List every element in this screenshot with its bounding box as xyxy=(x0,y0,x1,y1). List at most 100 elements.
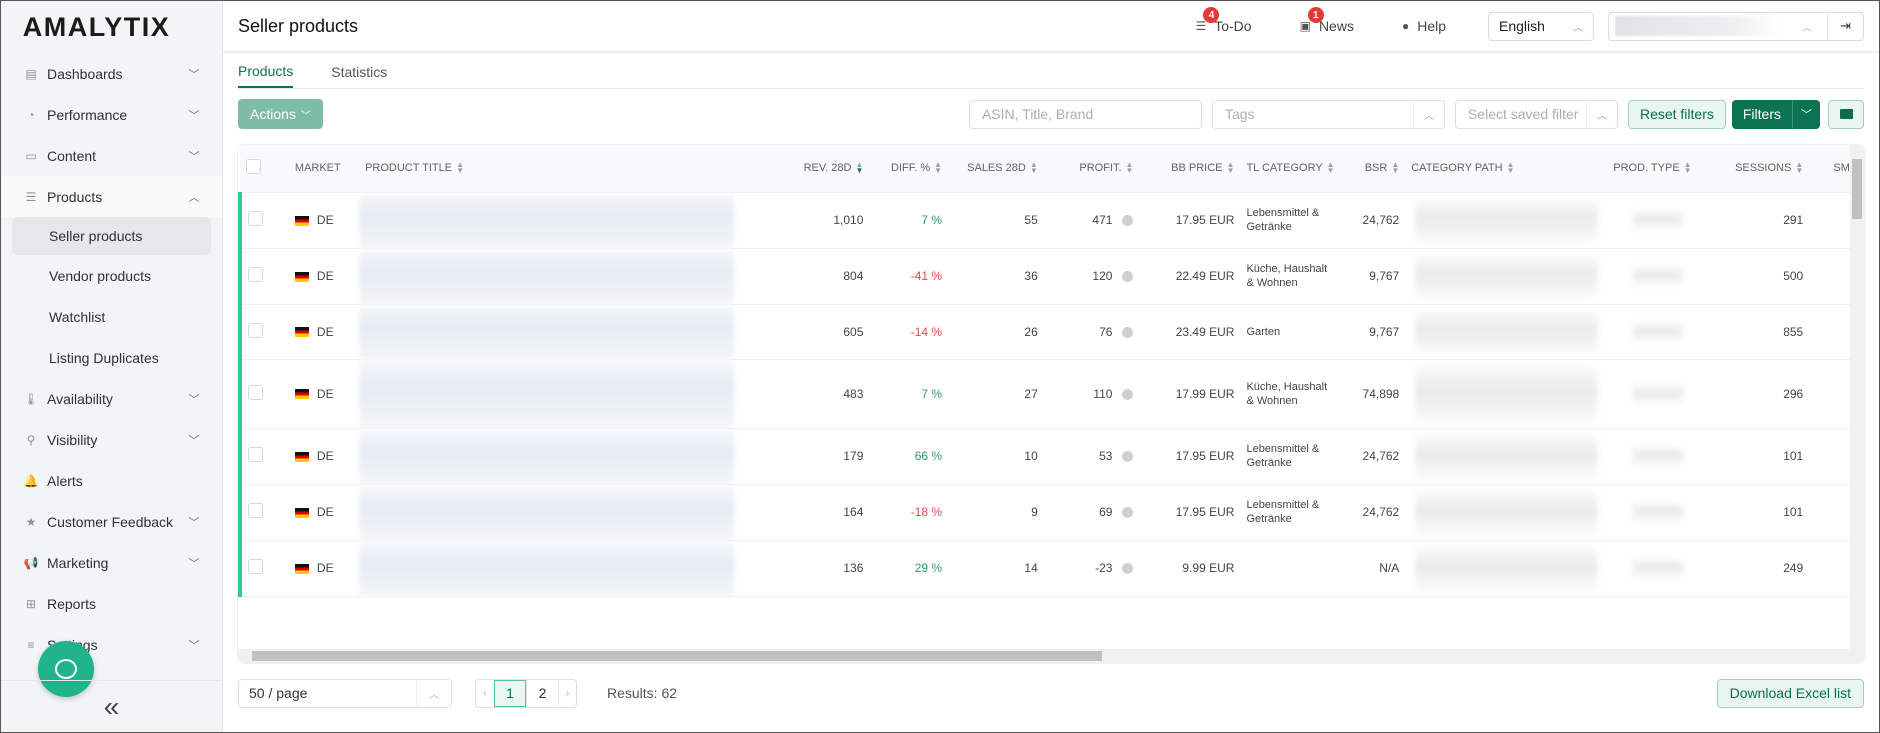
news-link[interactable]: ▣ 1 News xyxy=(1300,7,1354,34)
sort-icon[interactable]: ▲ ▼ xyxy=(1507,161,1515,175)
row-select-cell[interactable] xyxy=(238,192,289,249)
row-checkbox[interactable] xyxy=(248,384,263,400)
row-select-cell[interactable] xyxy=(238,484,289,541)
info-icon[interactable] xyxy=(1122,507,1134,519)
collapse-sidebar-button[interactable]: « xyxy=(1,680,222,732)
info-icon[interactable] xyxy=(1122,451,1134,463)
column-header[interactable]: BB PRICE ▲ ▼ xyxy=(1139,145,1241,193)
product-title-cell[interactable] xyxy=(359,484,785,541)
column-header[interactable]: CATEGORY PATH ▲ ▼ xyxy=(1405,145,1608,193)
account-select[interactable]: ︿ ⇥ xyxy=(1608,11,1864,41)
info-icon[interactable] xyxy=(1122,215,1134,227)
sidebar-item-products[interactable]: ☰ Products ︿ xyxy=(1,176,222,217)
sidebar-item-customer-feedback[interactable]: ★ Customer Feedback ﹀ xyxy=(1,501,222,542)
sort-icon[interactable]: ▲ ▼ xyxy=(855,161,863,175)
row-select-cell[interactable] xyxy=(238,428,289,485)
todo-link[interactable]: ☰ 4 To-Do xyxy=(1195,7,1252,34)
product-title-cell[interactable] xyxy=(359,428,785,485)
column-header[interactable]: TL CATEGORY ▲ ▼ xyxy=(1240,145,1342,193)
info-icon[interactable] xyxy=(1122,388,1134,400)
row-select-cell[interactable] xyxy=(238,304,289,360)
row-checkbox[interactable] xyxy=(248,447,263,462)
product-title-cell[interactable] xyxy=(359,192,785,249)
sort-icon[interactable]: ▲ ▼ xyxy=(1030,161,1038,175)
sidebar-item-alerts[interactable]: 🔔 Alerts xyxy=(1,460,222,501)
table-row[interactable]: DE 804 -41 % 36 120 22.49 EUR Küche, Hau… xyxy=(238,248,1864,305)
folder-button[interactable] xyxy=(1828,99,1864,129)
row-checkbox[interactable] xyxy=(248,559,263,574)
download-excel-button[interactable]: Download Excel list xyxy=(1716,678,1864,708)
actions-button[interactable]: Actions ﹀ xyxy=(238,99,323,129)
sidebar-subitem-listing-duplicates[interactable]: Listing Duplicates xyxy=(1,337,222,378)
product-title-cell[interactable] xyxy=(359,304,785,360)
row-select-cell[interactable] xyxy=(238,540,289,597)
info-icon[interactable] xyxy=(1122,326,1134,338)
vertical-scrollbar[interactable] xyxy=(1850,145,1864,663)
sort-icon[interactable]: ▲ ▼ xyxy=(1327,161,1335,175)
sort-icon[interactable]: ▲ ▼ xyxy=(456,161,464,175)
reset-filters-button[interactable]: Reset filters xyxy=(1627,99,1726,129)
scrollbar-thumb[interactable] xyxy=(1852,159,1862,219)
sort-icon[interactable]: ▲ ▼ xyxy=(1684,161,1692,175)
info-icon[interactable] xyxy=(1122,271,1134,283)
saved-filter-select[interactable]: Select saved filter ︿ xyxy=(1454,99,1618,129)
column-header[interactable]: SESSIONS ▲ ▼ xyxy=(1702,145,1810,193)
sidebar-item-reports[interactable]: ⊞ Reports xyxy=(1,583,222,624)
row-select-cell[interactable] xyxy=(238,248,289,305)
sort-icon[interactable]: ▲ ▼ xyxy=(1126,161,1134,175)
sort-icon[interactable]: ▲ ▼ xyxy=(1227,161,1235,175)
language-select[interactable]: English ︿ xyxy=(1488,11,1594,41)
row-select-cell[interactable] xyxy=(238,359,289,429)
help-link[interactable]: ● Help xyxy=(1402,18,1446,34)
sidebar-item-settings[interactable]: ≡Settings﹀ xyxy=(1,624,222,665)
column-header[interactable]: REV. 28D ▲ ▼ xyxy=(784,145,870,193)
info-icon[interactable] xyxy=(1122,563,1134,575)
page-2-button[interactable]: 2 xyxy=(526,679,558,707)
row-checkbox[interactable] xyxy=(248,267,263,282)
column-header[interactable]: SALES 28D ▲ ▼ xyxy=(948,145,1044,193)
table-row[interactable]: DE 1,010 7 % 55 471 17.95 EUR Lebensmitt… xyxy=(238,192,1864,249)
table-row[interactable]: DE 136 29 % 14 -23 9.99 EUR N/A 249 49 xyxy=(238,540,1864,597)
column-header[interactable]: PRODUCT TITLE ▲ ▼ xyxy=(359,145,785,193)
row-checkbox[interactable] xyxy=(248,211,263,226)
chevron-down-icon[interactable]: ﹀ xyxy=(1792,99,1820,129)
page-size-select[interactable]: 50 / page ︿ xyxy=(238,678,452,708)
column-header[interactable]: BSR ▲ ▼ xyxy=(1341,145,1406,193)
sidebar-item-performance[interactable]: ◔ Performance ﹀ xyxy=(1,94,222,135)
table-row[interactable]: DE 179 66 % 10 53 17.95 EUR Lebensmittel… xyxy=(238,428,1864,485)
sidebar-subitem-vendor-products[interactable]: Vendor products xyxy=(1,255,222,296)
table-row[interactable]: DE 164 -18 % 9 69 17.95 EUR Lebensmittel… xyxy=(238,484,1864,541)
sidebar-item-availability[interactable]: 🌡 Availability ﹀ xyxy=(1,378,222,419)
column-header[interactable]: DIFF. % ▲ ▼ xyxy=(869,145,949,193)
sort-icon[interactable]: ▲ ▼ xyxy=(1391,161,1399,175)
table-row[interactable]: DE 605 -14 % 26 76 23.49 EUR Garten 9,76… xyxy=(238,304,1864,360)
logout-icon[interactable]: ⇥ xyxy=(1827,12,1863,40)
header-select-all[interactable] xyxy=(240,145,289,193)
sidebar-item-content[interactable]: ▭ Content ﹀ xyxy=(1,135,222,176)
select-all-checkbox[interactable] xyxy=(246,159,261,175)
sidebar-item-marketing[interactable]: 📢 Marketing ﹀ xyxy=(1,542,222,583)
sidebar-subitem-seller-products[interactable]: Seller products xyxy=(12,217,211,255)
prev-page-button[interactable]: ‹ xyxy=(476,680,494,707)
sort-icon[interactable]: ▲ ▼ xyxy=(934,161,942,175)
sidebar-subitem-watchlist[interactable]: Watchlist xyxy=(1,296,222,337)
sort-icon[interactable]: ▲ ▼ xyxy=(1795,161,1803,175)
horizontal-scrollbar[interactable] xyxy=(238,649,1850,663)
product-title-cell[interactable] xyxy=(359,359,785,429)
product-title-cell[interactable] xyxy=(359,248,785,305)
page-1-button[interactable]: 1 xyxy=(494,679,526,707)
sidebar-item-dashboards[interactable]: ▤ Dashboards ﹀ xyxy=(1,53,222,94)
row-checkbox[interactable] xyxy=(248,322,263,338)
column-header[interactable]: PROD. TYPE ▲ ▼ xyxy=(1607,145,1703,193)
sidebar-item-visibility[interactable]: ⚲ Visibility ﹀ xyxy=(1,419,222,460)
search-input[interactable]: ASIN, Title, Brand xyxy=(968,99,1202,129)
scrollbar-thumb[interactable] xyxy=(252,651,1102,661)
tab-products[interactable]: Products xyxy=(238,63,294,88)
product-title-cell[interactable] xyxy=(359,540,785,597)
table-row[interactable]: DE 483 7 % 27 110 17.99 EUR Küche, Haush… xyxy=(238,359,1864,429)
row-checkbox[interactable] xyxy=(248,503,263,518)
column-header[interactable]: PROFIT. ▲ ▼ xyxy=(1043,145,1140,193)
filters-button[interactable]: Filters ﹀ xyxy=(1731,99,1820,129)
tags-select[interactable]: Tags ︿ xyxy=(1211,99,1445,129)
tab-statistics[interactable]: Statistics xyxy=(331,64,387,88)
